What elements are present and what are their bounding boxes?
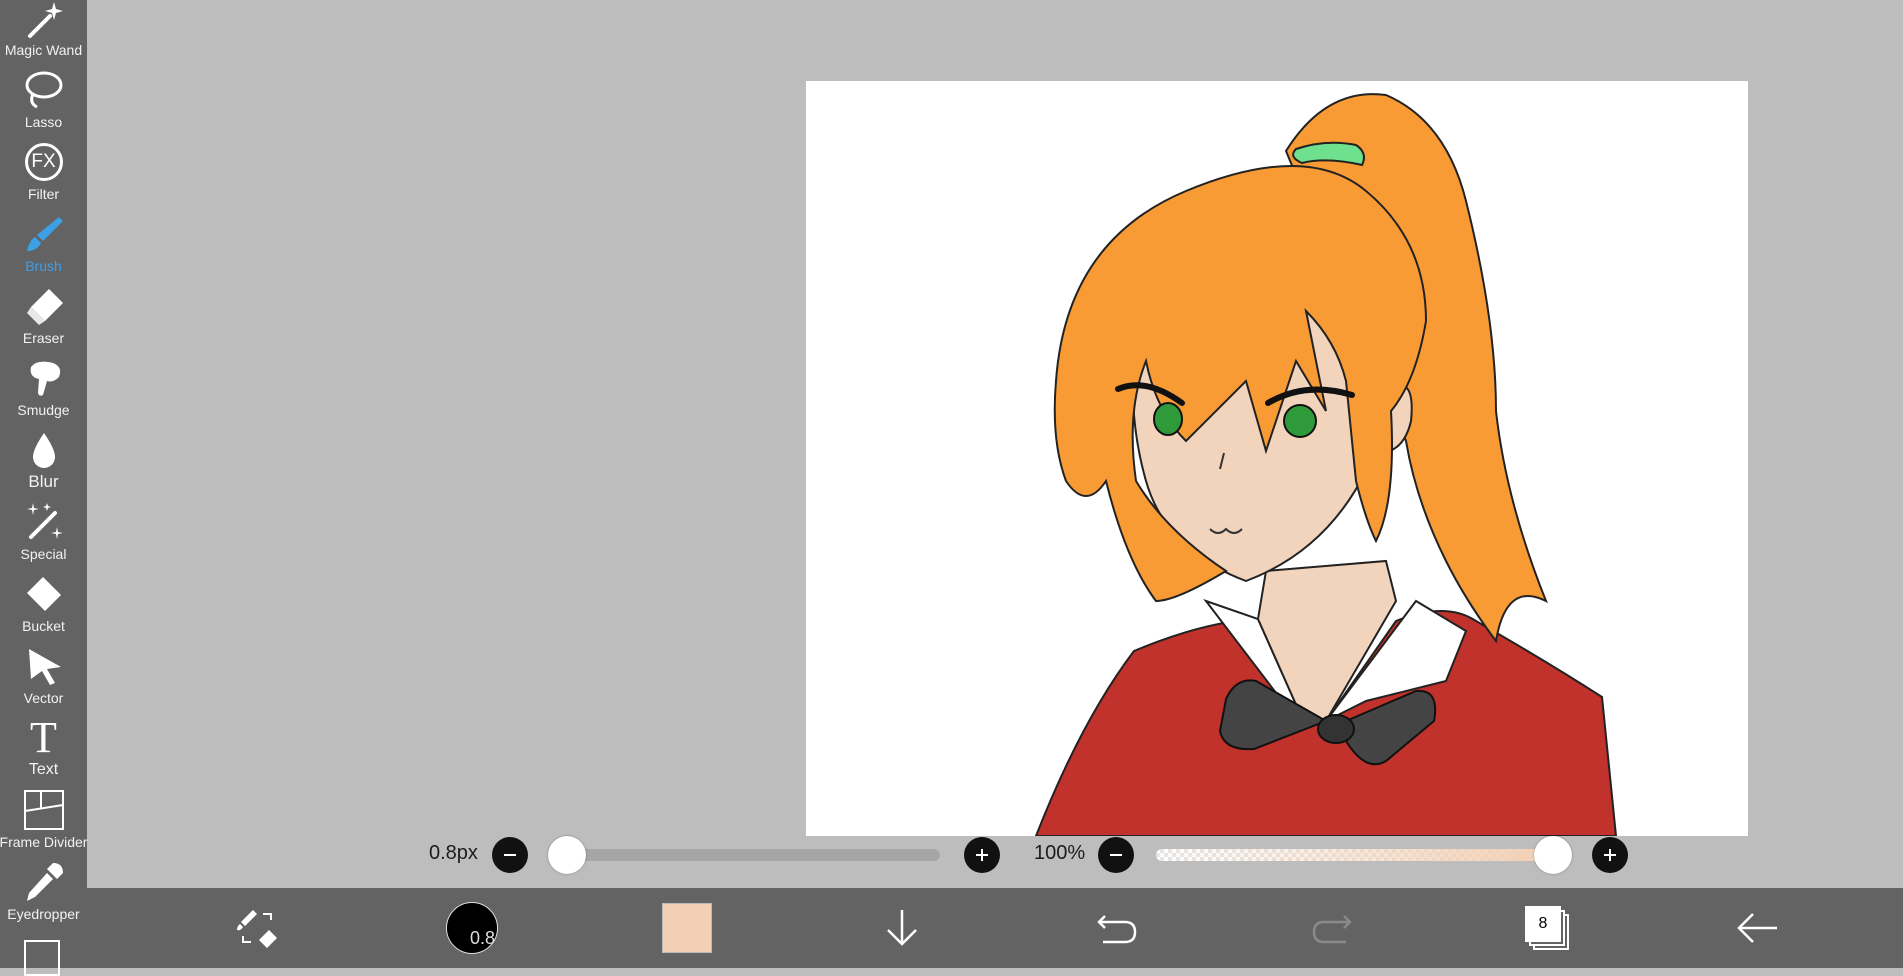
tool-special[interactable]: Special bbox=[0, 490, 87, 562]
tool-label: Bucket bbox=[22, 618, 65, 634]
tool-label: Eyedropper bbox=[7, 906, 80, 922]
bottom-action-bar: 0.8 8 bbox=[87, 888, 1903, 968]
brush-size-increase-button[interactable] bbox=[964, 837, 1000, 873]
tool-lasso[interactable]: Lasso bbox=[0, 58, 87, 130]
undo-button[interactable] bbox=[1087, 888, 1147, 968]
tool-filter[interactable]: FX Filter bbox=[0, 130, 87, 202]
tool-label: Frame Divider bbox=[0, 834, 88, 850]
layers-icon: 8 bbox=[1525, 906, 1569, 950]
tool-label: Magic Wand bbox=[4, 42, 83, 58]
tool-smudge[interactable]: Smudge bbox=[0, 346, 87, 418]
brush-size-value: 0.8px bbox=[429, 842, 478, 864]
tool-bucket[interactable]: Bucket bbox=[0, 562, 87, 634]
opacity-slider-handle[interactable] bbox=[1534, 836, 1572, 874]
fx-icon: FX bbox=[22, 140, 66, 184]
eraser-icon bbox=[22, 284, 66, 328]
tool-label: Vector bbox=[23, 690, 64, 706]
undo-icon bbox=[1097, 915, 1137, 944]
color-swatch bbox=[662, 903, 712, 953]
eyedropper-icon bbox=[22, 860, 66, 904]
opacity-decrease-button[interactable] bbox=[1098, 837, 1134, 873]
redo-icon bbox=[1312, 915, 1352, 944]
lasso-icon bbox=[22, 68, 66, 112]
frame-divider-icon bbox=[22, 788, 66, 832]
tool-label: Lasso bbox=[24, 114, 63, 130]
brush-size-preview-button[interactable]: 0.8 bbox=[442, 888, 502, 968]
blur-drop-icon bbox=[22, 428, 66, 472]
text-icon-glyph: T bbox=[30, 713, 57, 762]
brush-preview-label: 0.8 bbox=[469, 928, 495, 948]
more-tools-icon[interactable] bbox=[24, 940, 60, 976]
brush-icon bbox=[22, 212, 66, 256]
tool-label: Filter bbox=[27, 186, 60, 202]
tool-label: Brush bbox=[25, 258, 62, 274]
swap-brush-eraser-button[interactable] bbox=[227, 888, 287, 968]
tool-label: Smudge bbox=[17, 402, 70, 418]
tool-magic-wand[interactable]: Magic Wand bbox=[0, 0, 87, 58]
tool-label: Special bbox=[20, 546, 67, 562]
tool-blur[interactable]: Blur bbox=[0, 418, 87, 490]
vector-arrow-icon bbox=[22, 644, 66, 688]
brush-size-slider[interactable] bbox=[548, 849, 940, 861]
color-picker-button[interactable] bbox=[657, 888, 717, 968]
plus-icon bbox=[976, 849, 988, 861]
minus-icon bbox=[504, 854, 516, 856]
opacity-slider[interactable] bbox=[1156, 849, 1546, 861]
magic-wand-icon bbox=[22, 0, 66, 40]
download-arrow-icon bbox=[887, 910, 917, 946]
plus-icon bbox=[1604, 849, 1616, 861]
opacity-increase-button[interactable] bbox=[1592, 837, 1628, 873]
swap-brush-eraser-icon bbox=[237, 910, 277, 948]
tool-eraser[interactable]: Eraser bbox=[0, 274, 87, 346]
canvas-artwork bbox=[1034, 93, 1618, 836]
tool-text[interactable]: T Text bbox=[0, 706, 87, 778]
back-button[interactable] bbox=[1727, 888, 1787, 968]
back-arrow-icon bbox=[1737, 913, 1777, 943]
drawing-canvas[interactable] bbox=[806, 81, 1748, 836]
tool-eyedropper[interactable]: Eyedropper bbox=[0, 850, 87, 922]
bucket-icon bbox=[22, 572, 66, 616]
tool-frame-divider[interactable]: Frame Divider bbox=[0, 778, 87, 850]
brush-size-preview: 0.8 bbox=[446, 902, 498, 954]
text-icon: T bbox=[22, 716, 66, 760]
tool-vector[interactable]: Vector bbox=[0, 634, 87, 706]
brush-size-decrease-button[interactable] bbox=[492, 837, 528, 873]
tool-label: Blur bbox=[28, 472, 59, 491]
brush-size-slider-handle[interactable] bbox=[548, 836, 586, 874]
fx-icon-text: FX bbox=[24, 143, 63, 181]
tool-label: Eraser bbox=[22, 330, 65, 346]
opacity-value: 100% bbox=[1034, 842, 1086, 864]
redo-button[interactable] bbox=[1302, 888, 1362, 968]
tool-brush[interactable]: Brush bbox=[0, 202, 87, 274]
tool-label: Text bbox=[28, 761, 59, 778]
minus-icon bbox=[1110, 854, 1122, 856]
layers-button[interactable]: 8 bbox=[1517, 888, 1577, 968]
tool-sidebar: Magic Wand Lasso FX Filter Brush Eraser … bbox=[0, 0, 87, 976]
smudge-icon bbox=[22, 356, 66, 400]
special-brush-icon bbox=[22, 500, 66, 544]
save-download-button[interactable] bbox=[872, 888, 932, 968]
layers-count: 8 bbox=[1525, 906, 1561, 942]
